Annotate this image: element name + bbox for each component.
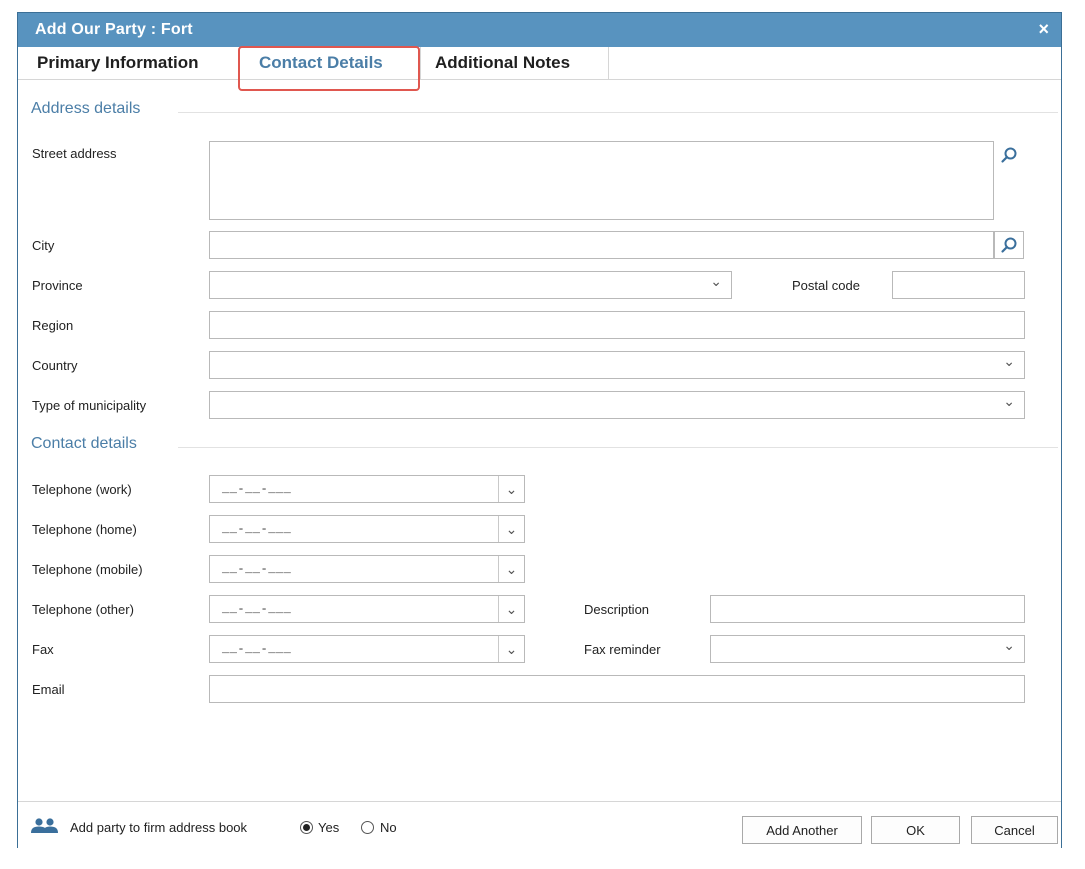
street-address-label: Street address	[32, 146, 117, 161]
postal-code-input[interactable]	[892, 271, 1025, 299]
fax-input[interactable]: __-__-___ ⌄	[209, 635, 525, 663]
country-select[interactable]	[209, 351, 1025, 379]
close-icon[interactable]: ×	[1038, 19, 1049, 39]
tab-additional-notes[interactable]: Additional Notes	[435, 47, 570, 80]
municipality-type-select[interactable]	[209, 391, 1025, 419]
yes-radio-label: Yes	[318, 820, 340, 835]
fax-reminder-select[interactable]	[710, 635, 1025, 663]
telephone-mobile-label: Telephone (mobile)	[32, 562, 143, 577]
telephone-home-label: Telephone (home)	[32, 522, 137, 537]
city-input[interactable]	[209, 231, 994, 259]
section-divider	[178, 112, 1058, 113]
tab-divider	[608, 47, 609, 79]
chevron-down-icon[interactable]: ⌄	[498, 636, 524, 662]
region-input[interactable]	[209, 311, 1025, 339]
province-select[interactable]	[209, 271, 732, 299]
telephone-home-input[interactable]: __-__-___ ⌄	[209, 515, 525, 543]
search-icon	[1001, 237, 1017, 253]
address-section-heading: Address details	[31, 100, 141, 117]
add-another-button[interactable]: Add Another	[742, 816, 862, 844]
add-to-address-book-label: Add party to firm address book	[70, 820, 248, 835]
search-icon	[1001, 147, 1017, 163]
tab-primary-information[interactable]: Primary Information	[37, 47, 199, 80]
dialog-footer: Add party to firm address book Yes No Ad…	[18, 801, 1061, 849]
title-bar: Add Our Party : Fort ×	[18, 13, 1061, 47]
tab-strip: Primary Information Contact Details Addi…	[18, 47, 1061, 80]
postal-code-label: Postal code	[792, 278, 860, 293]
no-radio[interactable]	[361, 821, 374, 834]
country-label: Country	[32, 358, 78, 373]
tab-divider	[420, 47, 421, 79]
email-label: Email	[32, 682, 65, 697]
telephone-work-input[interactable]: __-__-___ ⌄	[209, 475, 525, 503]
section-divider	[178, 447, 1058, 448]
window-title: Add Our Party : Fort	[35, 21, 193, 38]
telephone-other-label: Telephone (other)	[32, 602, 134, 617]
street-address-input[interactable]	[209, 141, 994, 220]
telephone-work-label: Telephone (work)	[32, 482, 132, 497]
people-icon	[31, 818, 58, 833]
city-search-button[interactable]	[994, 231, 1024, 259]
municipality-type-label: Type of municipality	[32, 398, 147, 413]
fax-label: Fax	[32, 642, 54, 657]
contact-section-heading: Contact details	[31, 435, 137, 452]
ok-button[interactable]: OK	[871, 816, 960, 844]
chevron-down-icon[interactable]: ⌄	[498, 556, 524, 582]
chevron-down-icon[interactable]: ⌄	[498, 516, 524, 542]
province-label: Province	[32, 278, 83, 293]
no-radio-label: No	[380, 820, 397, 835]
description-input[interactable]	[710, 595, 1025, 623]
add-party-dialog: Add Our Party : Fort × Primary Informati…	[17, 12, 1062, 849]
fax-reminder-label: Fax reminder	[584, 642, 661, 657]
street-search-button[interactable]	[994, 141, 1024, 169]
email-input[interactable]	[209, 675, 1025, 703]
city-label: City	[32, 238, 55, 253]
region-label: Region	[32, 318, 74, 333]
chevron-down-icon[interactable]: ⌄	[498, 476, 524, 502]
tab-highlight-box	[238, 46, 420, 91]
telephone-other-input[interactable]: __-__-___ ⌄	[209, 595, 525, 623]
cancel-button[interactable]: Cancel	[971, 816, 1058, 844]
telephone-mobile-input[interactable]: __-__-___ ⌄	[209, 555, 525, 583]
description-label: Description	[584, 602, 650, 617]
yes-radio[interactable]	[300, 821, 313, 834]
chevron-down-icon[interactable]: ⌄	[498, 596, 524, 622]
